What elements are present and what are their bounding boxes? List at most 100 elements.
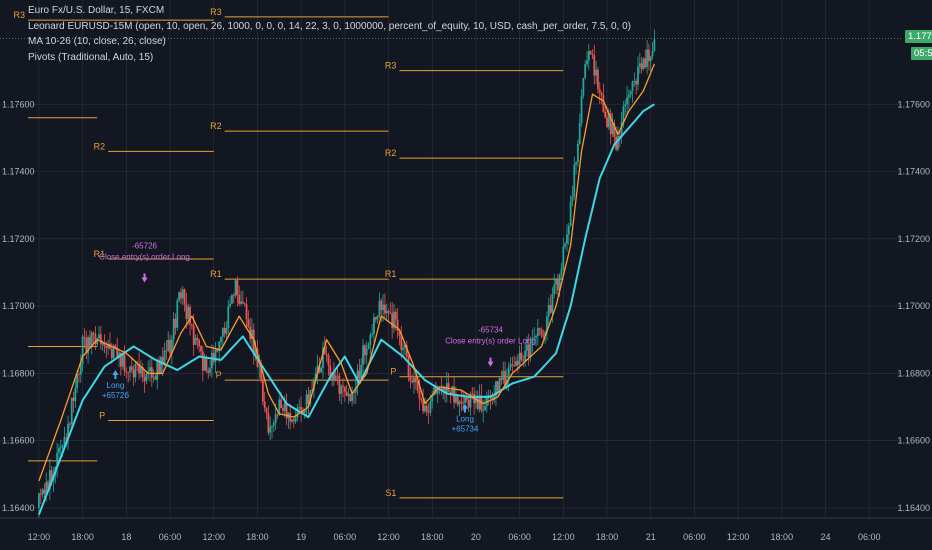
price-label-right: 1.16400 [897,503,930,513]
price-label-right: 1.16800 [897,368,930,378]
candle-body [130,366,133,370]
legend-symbol-title[interactable]: Euro Fx/U.S. Dollar, 15, FXCM [28,3,631,19]
candle-body [336,375,339,377]
candle-body [365,348,368,356]
candle-body [283,402,286,411]
candle-body [183,289,186,305]
candle-body [247,319,250,328]
candle-body [194,337,197,345]
time-label: 24 [821,532,831,542]
candle-body [633,80,636,82]
candle-body [518,352,521,365]
candle-body [391,313,394,329]
price-chart[interactable]: R3R2R1PR3R2R1PR3R2R1PS1 Long+6572б-65726… [0,0,932,550]
candle-body [389,312,392,314]
candle-body [129,366,131,373]
time-label: 12:00 [202,532,225,542]
candle-body [458,401,461,405]
time-label: 21 [646,532,656,542]
candle-body [121,354,124,367]
time-label: 12:00 [28,532,51,542]
candle-body [378,300,381,316]
candle-body [371,334,374,335]
candle-body [41,489,44,495]
candle-body [238,295,241,304]
candle-body [65,437,68,439]
candle-body [556,279,559,291]
candle-body [271,425,273,428]
candle-body [515,360,517,367]
legend-ma[interactable]: MA 10-26 (10, close, 26, close) [28,34,631,50]
candle-body [320,367,323,373]
candle-body [110,348,113,359]
candle-body [424,405,426,412]
candle-body [127,372,130,373]
candle-body [484,406,486,411]
candle-body [74,388,77,402]
candle-body [343,386,346,392]
candle-body [460,401,463,403]
price-label-left: 1.16800 [2,368,35,378]
candle-body [180,292,182,299]
pivot-label: P [390,367,396,377]
candle-body [502,370,505,381]
candle-body [58,447,60,453]
long-signal-label: Long [107,381,125,390]
legend-pivots[interactable]: Pivots (Traditional, Auto, 15) [28,50,631,66]
candle-body [622,106,625,123]
price-label-right: 1.17200 [897,234,930,244]
candle-body [205,358,208,372]
candle-body [227,306,230,328]
candle-body [152,376,155,378]
candle-body [600,92,603,96]
candle-body [562,246,565,269]
candle-body [90,332,93,346]
candle-body [149,367,151,372]
last-price-tag: 1.17796 [905,30,932,44]
legend-strategy[interactable]: Leonard EURUSD-15M (open, 10, open, 26, … [28,19,631,35]
close-signal-label: Close entry(s) order Long [99,253,190,262]
candle-body [72,397,75,402]
time-label: 19 [296,532,306,542]
candle-body [207,371,210,373]
candle-body [462,402,465,404]
time-label: 12:00 [727,532,750,542]
candle-body [258,365,261,367]
candle-body [629,91,632,95]
candle-body [59,447,62,448]
candle-body [165,350,168,352]
candle-body [240,301,242,304]
candle-body [363,345,366,356]
candle-body [154,376,157,380]
candle-body [156,359,159,380]
candle-body [362,345,364,365]
candle-body [68,423,71,425]
candle-body [203,358,206,371]
candle-body [274,414,277,424]
candle-body [232,295,235,296]
candle-body [527,344,530,357]
candle-body [196,337,199,340]
candle-body [520,352,523,360]
pivot-label: R1 [385,269,397,279]
candle-body [642,58,645,69]
price-label-right: 1.17600 [897,99,930,109]
candle-body [276,414,279,416]
candle-body [101,343,104,345]
candle-body [422,400,425,412]
candle-body [549,304,552,313]
close-signal-label: Close entry(s) order Long [445,337,536,346]
candle-body [471,393,474,395]
candle-body [376,315,379,320]
candle-body [261,379,264,402]
candle-body [231,295,233,304]
candle-body [340,385,343,394]
candle-body [70,397,73,424]
candle-body [598,89,601,93]
candle-body [648,49,650,62]
candle-body [347,393,350,396]
chart-background [0,0,932,550]
candle-body [61,445,64,448]
price-label-right: 1.17000 [897,301,930,311]
candle-body [496,381,499,391]
